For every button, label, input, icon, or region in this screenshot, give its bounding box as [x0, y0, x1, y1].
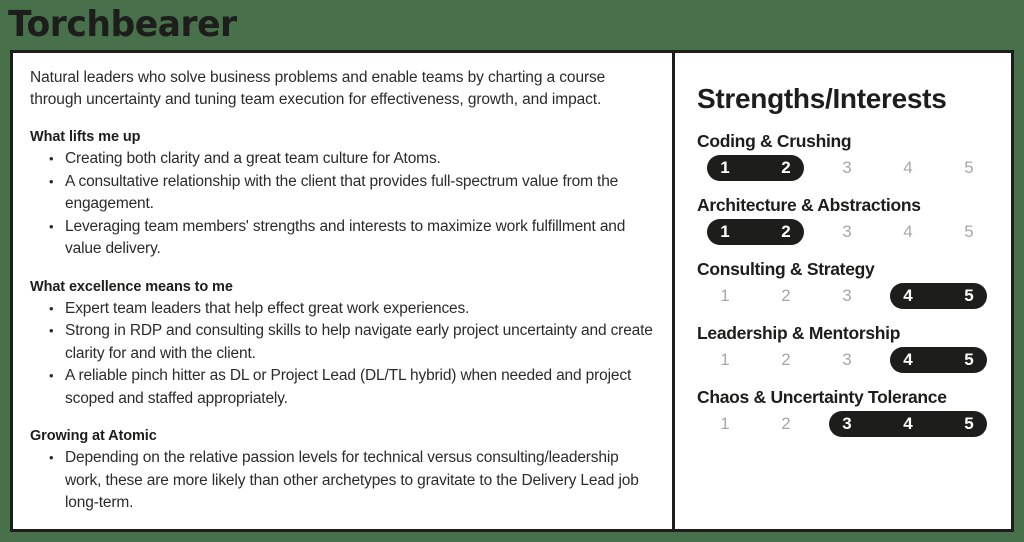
list-item: A reliable pinch hitter as DL or Project… [30, 364, 654, 410]
rating-number-2[interactable]: 2 [773, 154, 799, 182]
rating-scale[interactable]: 1 2 3 4 5 [697, 154, 997, 182]
skill-label: Architecture & Abstractions [697, 195, 921, 215]
list-item: Strong in RDP and consulting skills to h… [30, 319, 654, 365]
list-item: A consultative relationship with the cli… [30, 170, 654, 216]
rating-number-2[interactable]: 2 [773, 282, 799, 310]
skill-block: Chaos & Uncertainty Tolerance 1 2 3 4 5 [697, 387, 1011, 438]
skill-label: Consulting & Strategy [697, 259, 875, 279]
rating-number-1[interactable]: 1 [712, 282, 738, 310]
rating-number-2[interactable]: 2 [773, 410, 799, 438]
rating-number-4[interactable]: 4 [895, 282, 921, 310]
rating-number-4[interactable]: 4 [895, 410, 921, 438]
intro-paragraph: Natural leaders who solve business probl… [30, 69, 606, 108]
skill-block: Consulting & Strategy 1 2 3 4 5 [697, 259, 1011, 310]
rating-number-2[interactable]: 2 [773, 346, 799, 374]
rating-number-5[interactable]: 5 [956, 346, 982, 374]
rating-number-5[interactable]: 5 [956, 154, 982, 182]
section-heading: What excellence means to me [30, 278, 233, 295]
rating-number-5[interactable]: 5 [956, 410, 982, 438]
left-sections: What lifts me up Creating both clarity an… [30, 129, 654, 515]
section-heading: Growing at Atomic [30, 428, 157, 444]
skill-block: Architecture & Abstractions 1 2 3 4 5 [697, 195, 1011, 246]
rating-scale[interactable]: 1 2 3 4 5 [697, 218, 997, 246]
rating-number-3[interactable]: 3 [834, 154, 860, 182]
bullet-list: Depending on the relative passion levels… [30, 446, 654, 515]
bullet-list: Expert team leaders that help effect gre… [30, 297, 654, 411]
description-column: Natural leaders who solve business probl… [13, 53, 675, 529]
skill-list: Coding & Crushing 1 2 3 4 5 Architecture & Abs… [697, 131, 1011, 438]
rating-scale[interactable]: 1 2 3 4 5 [697, 282, 997, 310]
rating-number-3[interactable]: 3 [834, 410, 860, 438]
rating-number-3[interactable]: 3 [834, 282, 860, 310]
content-card: Natural leaders who solve business probl… [10, 50, 1014, 532]
bullet-list: Creating both clarity and a great team c… [30, 147, 654, 261]
skill-label: Coding & Crushing [697, 131, 852, 151]
rating-number-5[interactable]: 5 [956, 218, 982, 246]
rating-number-3[interactable]: 3 [834, 218, 860, 246]
archetype-card-page: Torchbearer Natural leaders who solve bu… [0, 0, 1024, 542]
strengths-column: Strengths/Interests Coding & Crushing 1 2 3… [675, 53, 1011, 529]
rating-number-4[interactable]: 4 [895, 154, 921, 182]
rating-number-2[interactable]: 2 [773, 218, 799, 246]
rating-number-4[interactable]: 4 [895, 346, 921, 374]
panel-title: Strengths/Interests [697, 83, 947, 114]
section-heading: What lifts me up [30, 129, 141, 145]
page-title: Torchbearer [8, 4, 237, 45]
rating-number-4[interactable]: 4 [895, 218, 921, 246]
list-item: Expert team leaders that help effect gre… [30, 297, 654, 321]
rating-number-1[interactable]: 1 [712, 218, 738, 246]
rating-number-1[interactable]: 1 [712, 346, 738, 374]
rating-scale[interactable]: 1 2 3 4 5 [697, 410, 997, 438]
skill-block: Leadership & Mentorship 1 2 3 4 5 [697, 323, 1011, 374]
rating-number-5[interactable]: 5 [956, 282, 982, 310]
list-item: Depending on the relative passion levels… [30, 446, 654, 515]
list-item: Leveraging team members' strengths and i… [30, 215, 654, 261]
rating-number-1[interactable]: 1 [712, 154, 738, 182]
rating-scale[interactable]: 1 2 3 4 5 [697, 346, 997, 374]
skill-block: Coding & Crushing 1 2 3 4 5 [697, 131, 1011, 182]
list-item: Creating both clarity and a great team c… [30, 147, 654, 171]
rating-number-3[interactable]: 3 [834, 346, 860, 374]
skill-label: Chaos & Uncertainty Tolerance [697, 387, 947, 407]
rating-number-1[interactable]: 1 [712, 410, 738, 438]
skill-label: Leadership & Mentorship [697, 323, 901, 343]
title-bar: Torchbearer [0, 0, 1024, 50]
